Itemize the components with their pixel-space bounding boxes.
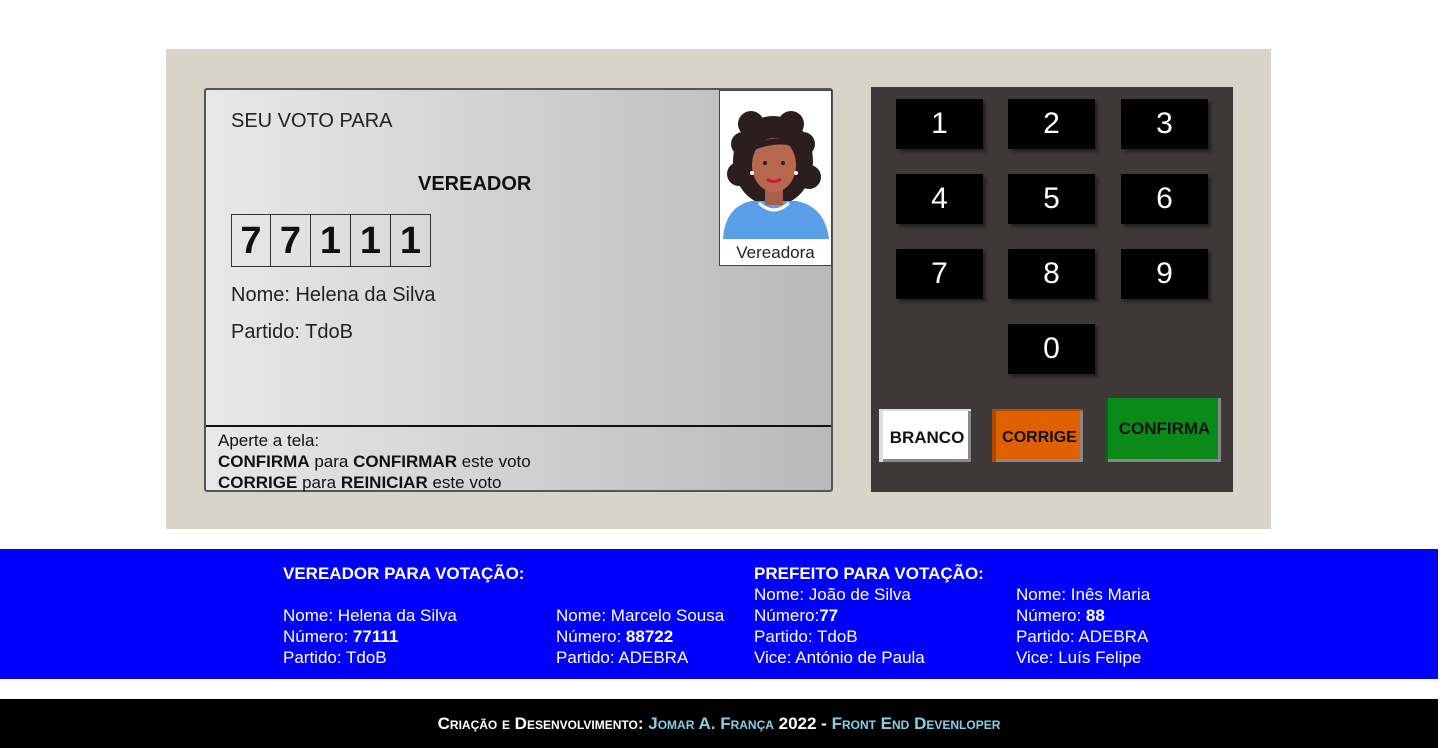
councilor-1-info: Nome: Helena da Silva Número: 77111 Part… bbox=[283, 606, 457, 667]
woman-avatar-icon bbox=[723, 111, 829, 239]
councilor-2-info: Nome: Marcelo Sousa Número: 88722 Partid… bbox=[556, 606, 725, 667]
key-7[interactable]: 7 bbox=[896, 249, 983, 299]
correct-button[interactable]: CORRIGE bbox=[992, 409, 1083, 462]
footer-author: Jomar A. França bbox=[648, 714, 774, 733]
digit-box: 7 bbox=[271, 214, 311, 267]
confirm-button[interactable]: CONFIRMA bbox=[1105, 398, 1221, 462]
photo-caption: Vereadora bbox=[736, 243, 815, 262]
vote-for-label: SEU VOTO PARA bbox=[231, 110, 393, 132]
key-2[interactable]: 2 bbox=[1008, 99, 1095, 149]
instruction-line-1: Aperte a tela: bbox=[218, 431, 320, 450]
footer-year: 2022 - bbox=[773, 714, 832, 733]
key-3[interactable]: 3 bbox=[1121, 99, 1208, 149]
footer-role: Front End Devenloper bbox=[831, 714, 1001, 733]
candidate-name: Nome: Helena da Silva bbox=[231, 284, 436, 306]
key-8[interactable]: 8 bbox=[1008, 249, 1095, 299]
key-0[interactable]: 0 bbox=[1008, 324, 1095, 374]
digit-box: 1 bbox=[311, 214, 351, 267]
key-9[interactable]: 9 bbox=[1121, 249, 1208, 299]
mayor-2-info: Nome: Inês Maria Número: 88 Partido: ADE… bbox=[1016, 585, 1151, 667]
blank-vote-button[interactable]: BRANCO bbox=[879, 409, 971, 462]
councilor-list-title: VEREADOR PARA VOTAÇÃO: bbox=[283, 564, 525, 583]
candidate-party: Partido: TdoB bbox=[231, 321, 353, 343]
voting-screen[interactable]: SEU VOTO PARA VEREADOR 7 7 1 1 1 Nome: H… bbox=[204, 88, 833, 492]
page-footer: Criação e Desenvolvimento: Jomar A. Fran… bbox=[0, 699, 1438, 748]
key-1[interactable]: 1 bbox=[896, 99, 983, 149]
digit-box: 1 bbox=[351, 214, 391, 267]
instruction-line-2: CONFIRMA para CONFIRMAR este voto bbox=[218, 452, 531, 471]
screen-instructions: Aperte a tela: CONFIRMA para CONFIRMAR e… bbox=[206, 425, 831, 492]
mayor-list-title: PREFEITO PARA VOTAÇÃO: bbox=[754, 564, 984, 583]
mayor-1-info: Nome: João de Silva Número:77 Partido: T… bbox=[754, 585, 925, 667]
key-5[interactable]: 5 bbox=[1008, 174, 1095, 224]
digit-box: 1 bbox=[391, 214, 431, 267]
key-6[interactable]: 6 bbox=[1121, 174, 1208, 224]
digit-box: 7 bbox=[231, 214, 271, 267]
office-title: VEREADOR bbox=[418, 173, 532, 195]
footer-prefix: Criação e Desenvolvimento: bbox=[437, 714, 649, 733]
instruction-line-3: CORRIGE para REINICIAR este voto bbox=[218, 473, 502, 492]
candidates-info-band: VEREADOR PARA VOTAÇÃO: Nome: Helena da S… bbox=[0, 549, 1438, 679]
key-4[interactable]: 4 bbox=[896, 174, 983, 224]
candidate-photo: Vereadora bbox=[719, 90, 832, 266]
number-digits: 7 7 1 1 1 bbox=[231, 214, 431, 267]
